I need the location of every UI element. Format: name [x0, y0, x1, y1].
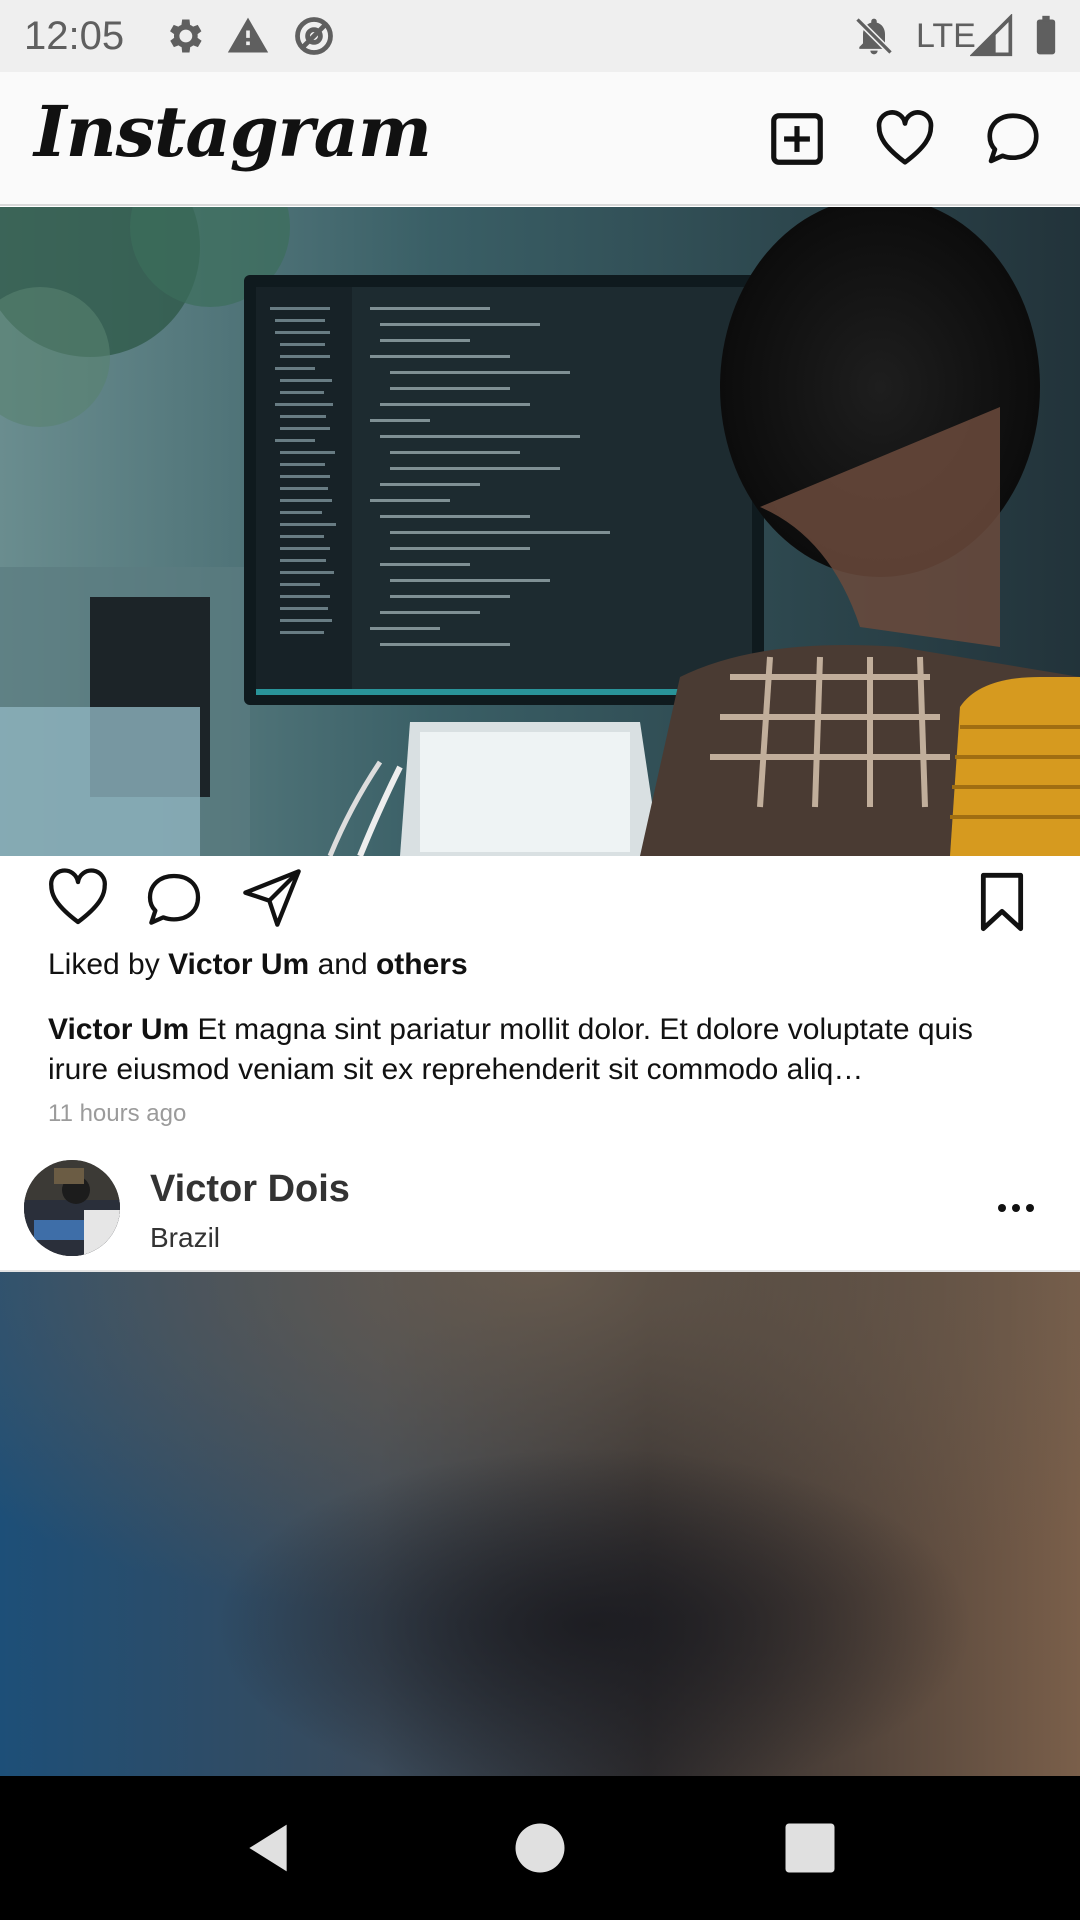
instagram-logo: Instagram	[34, 90, 432, 173]
post-image-2[interactable]	[0, 1272, 1080, 1776]
status-bar: 12:05 LTE	[0, 0, 1080, 72]
add-post-icon[interactable]	[766, 108, 828, 170]
status-time: 12:05	[24, 14, 125, 58]
avatar[interactable]	[24, 1160, 120, 1256]
signal-icon	[970, 14, 1013, 57]
bookmark-icon[interactable]	[970, 870, 1034, 934]
heart-icon[interactable]	[874, 108, 936, 170]
home-icon[interactable]	[512, 1820, 568, 1876]
post-image[interactable]	[0, 207, 1080, 856]
warning-icon	[227, 17, 269, 53]
messenger-icon[interactable]	[982, 108, 1044, 170]
more-options-icon[interactable]	[996, 1200, 1036, 1216]
caption-username[interactable]: Victor Um	[48, 1013, 189, 1046]
post-photo-2	[0, 1272, 1080, 1776]
battery-icon	[1036, 15, 1056, 55]
system-nav-bar	[0, 1776, 1080, 1920]
at-sign-icon	[295, 17, 333, 55]
likes-summary[interactable]: Liked by Victor Um and others	[48, 948, 468, 982]
like-icon[interactable]	[46, 866, 110, 930]
liked-by-label: Liked by	[48, 948, 169, 981]
post-username[interactable]: Victor Dois	[150, 1168, 350, 1211]
post-timestamp: 11 hours ago	[48, 1100, 187, 1127]
back-icon[interactable]	[240, 1820, 296, 1876]
recents-icon[interactable]	[782, 1820, 838, 1876]
share-icon[interactable]	[240, 866, 304, 930]
settings-icon	[170, 19, 202, 53]
liked-and-label: and	[309, 948, 376, 981]
liked-by-user[interactable]: Victor Um	[168, 948, 309, 981]
avatar-photo	[24, 1160, 120, 1256]
comment-icon[interactable]	[142, 868, 206, 932]
post-header: Victor Dois Brazil	[0, 1150, 1080, 1272]
liked-others-link[interactable]: others	[376, 948, 468, 981]
network-type: LTE	[916, 17, 976, 55]
app-header: Instagram	[0, 72, 1080, 206]
post-photo	[0, 207, 1080, 856]
post-location[interactable]: Brazil	[150, 1222, 220, 1254]
post-caption[interactable]: Victor Um Et magna sint pariatur mollit …	[48, 1010, 1038, 1090]
notifications-off-icon	[855, 17, 893, 55]
